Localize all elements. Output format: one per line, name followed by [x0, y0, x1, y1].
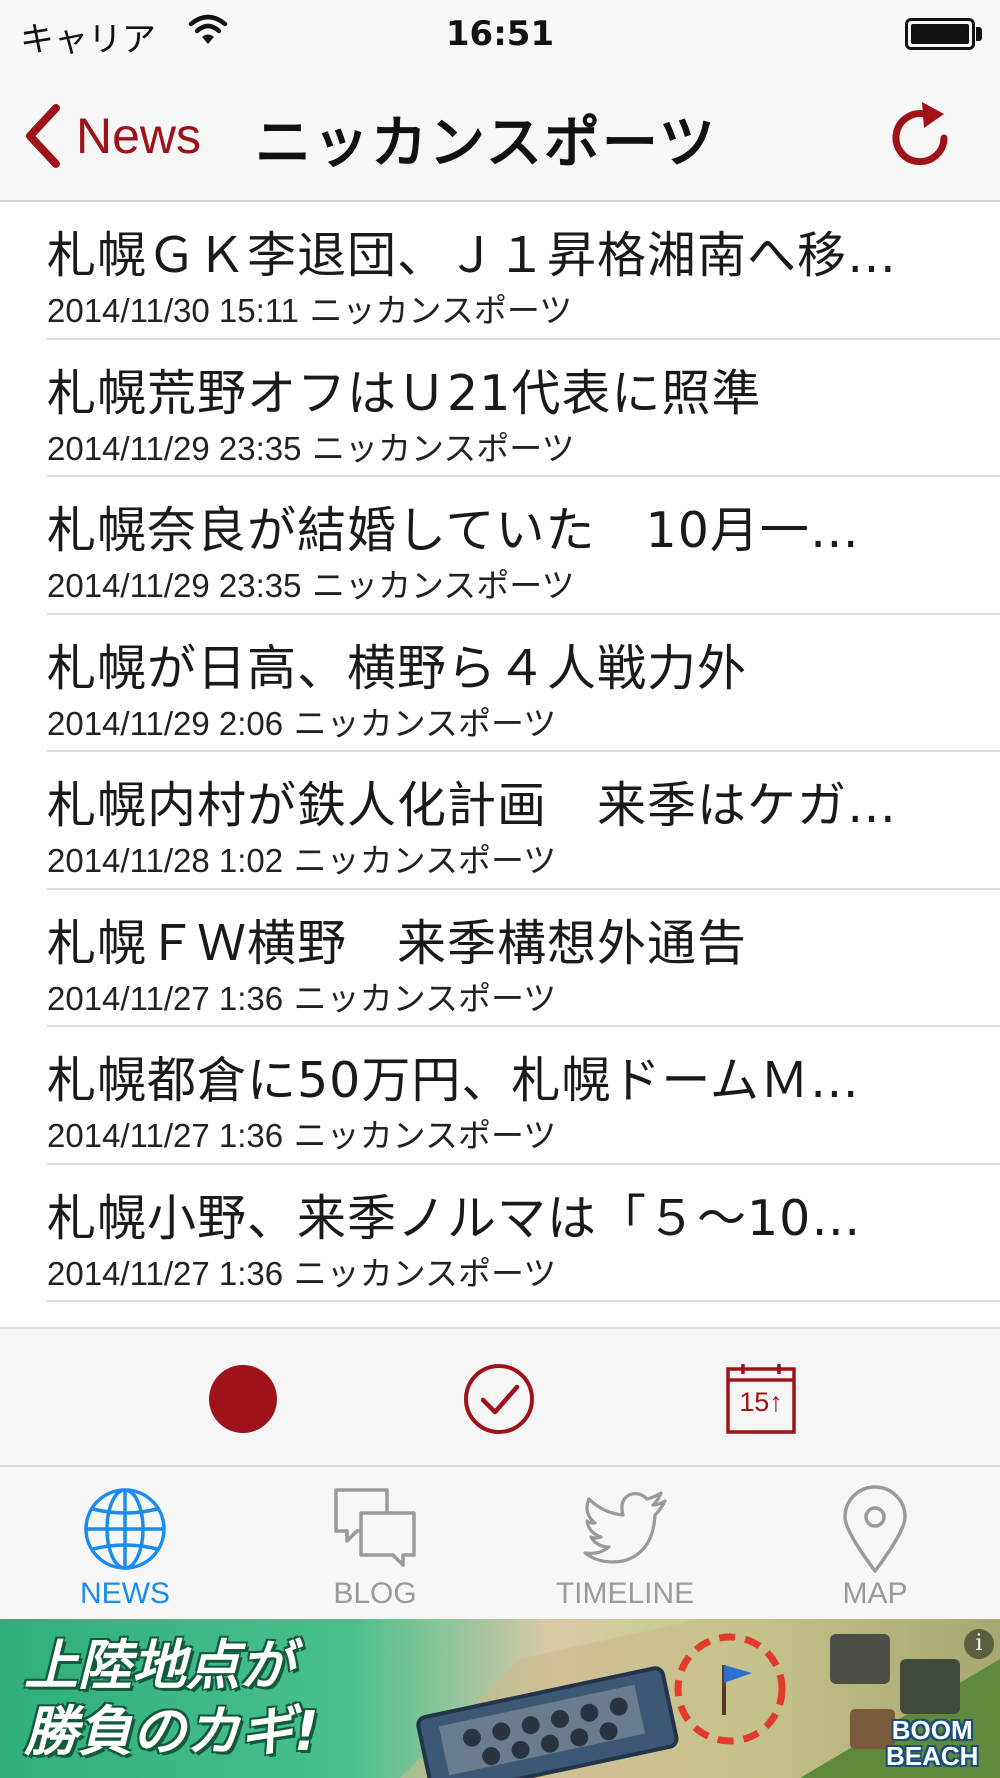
- article-title: 札幌奈良が結婚していた 10月一…: [47, 502, 860, 559]
- ad-banner[interactable]: 上陸地点が 勝負のカギ! i BOOM BEACH: [0, 1619, 1000, 1778]
- map-pin-icon: [843, 1485, 907, 1573]
- ad-logo: BOOM BEACH: [886, 1717, 978, 1769]
- article-date: 2014/11/29 23:35: [47, 567, 302, 604]
- back-button[interactable]: News: [22, 96, 201, 176]
- article-source: ニッカンスポーツ: [311, 428, 575, 468]
- calendar-sort-button[interactable]: 15↑: [725, 1363, 797, 1435]
- ad-headline: 上陸地点が 勝負のカギ!: [24, 1633, 319, 1765]
- article-title: 札幌ＧＫ李退団、Ｊ１昇格湘南へ移…: [47, 227, 898, 284]
- article-source: ニッカンスポーツ: [293, 1253, 557, 1293]
- article-meta: 2014/11/27 1:36 ニッカンスポーツ: [47, 972, 556, 1020]
- check-circle-icon[interactable]: [463, 1363, 535, 1435]
- article-title: 札幌ＦＷ横野 来季構想外通告: [47, 914, 748, 972]
- status-bar: キャリア 16:51: [0, 0, 1000, 68]
- ad-info-icon[interactable]: i: [964, 1629, 994, 1659]
- article-date: 2014/11/28 1:02: [47, 842, 284, 879]
- calendar-label: 15↑: [739, 1387, 783, 1417]
- article-row[interactable]: 札幌奈良が結婚していた 10月一… 2014/11/29 23:35 ニッカンス…: [47, 477, 1000, 615]
- article-date: 2014/11/27 1:36: [47, 1117, 284, 1154]
- unread-dot-icon[interactable]: [207, 1363, 279, 1435]
- battery-tip: [976, 27, 982, 41]
- article-row[interactable]: 札幌小野、来季ノルマは「５～10… 2014/11/27 1:36 ニッカンスポ…: [47, 1165, 1000, 1302]
- bird-icon: [583, 1491, 667, 1564]
- tab-blog[interactable]: BLOG: [250, 1467, 500, 1619]
- article-row[interactable]: 札幌ＧＫ李退団、Ｊ１昇格湘南へ移… 2014/11/30 15:11 ニッカンス…: [47, 202, 1000, 340]
- tab-blog-label: BLOG: [333, 1577, 417, 1610]
- article-source: ニッカンスポーツ: [293, 841, 557, 880]
- refresh-icon[interactable]: [888, 98, 958, 174]
- article-row[interactable]: 札幌荒野オフはＵ21代表に照準 2014/11/29 23:35 ニッカンスポー…: [47, 340, 1000, 477]
- article-source: ニッカンスポーツ: [293, 703, 557, 743]
- article-source: ニッカンスポーツ: [293, 978, 557, 1018]
- chevron-left-icon: [26, 104, 60, 168]
- tab-timeline[interactable]: TIMELINE: [500, 1467, 750, 1619]
- tab-bar: NEWS BLOG TIMELINE MAP: [0, 1467, 1000, 1619]
- article-title: 札幌が日高、横野ら４人戦力外: [47, 639, 748, 697]
- article-date: 2014/11/27 1:36: [47, 979, 284, 1017]
- ad-logo-line1: BOOM: [891, 1715, 973, 1745]
- article-meta: 2014/11/29 23:35 ニッカンスポーツ: [47, 422, 575, 470]
- globe-icon: [84, 1488, 166, 1570]
- article-source: ニッカンスポーツ: [311, 566, 575, 605]
- ad-headline-line1: 上陸地点が: [24, 1634, 294, 1697]
- article-meta: 2014/11/28 1:02 ニッカンスポーツ: [47, 834, 556, 882]
- article-row[interactable]: 札幌ＦＷ横野 来季構想外通告 2014/11/27 1:36 ニッカンスポーツ: [47, 890, 1000, 1027]
- tab-map[interactable]: MAP: [750, 1467, 1000, 1619]
- article-title: 札幌内村が鉄人化計画 来季はケガ…: [47, 777, 898, 834]
- ad-headline-line2: 勝負のカギ!: [24, 1700, 319, 1763]
- article-row[interactable]: 札幌都倉に50万円、札幌ドームＭ… 2014/11/27 1:36 ニッカンスポ…: [47, 1027, 1000, 1165]
- tab-news[interactable]: NEWS: [0, 1467, 250, 1619]
- article-meta: 2014/11/29 23:35 ニッカンスポーツ: [47, 559, 575, 607]
- article-row[interactable]: 札幌が日高、横野ら４人戦力外 2014/11/29 2:06 ニッカンスポーツ: [47, 615, 1000, 752]
- battery-icon: [905, 18, 975, 50]
- back-button-label: News: [76, 108, 202, 164]
- article-source: ニッカンスポーツ: [309, 291, 573, 330]
- article-title: 札幌小野、来季ノルマは「５～10…: [47, 1189, 862, 1247]
- article-meta: 2014/11/29 2:06 ニッカンスポーツ: [47, 697, 556, 745]
- page-title: ニッカンスポーツ: [255, 111, 717, 176]
- article-source: ニッカンスポーツ: [293, 1116, 557, 1155]
- bottom-toolbar: 15↑: [0, 1327, 1000, 1467]
- article-meta: 2014/11/27 1:36 ニッカンスポーツ: [47, 1247, 556, 1295]
- navigation-bar: News ニッカンスポーツ: [0, 68, 1000, 202]
- article-row[interactable]: 札幌内村が鉄人化計画 来季はケガ… 2014/11/28 1:02 ニッカンスポ…: [47, 752, 1000, 890]
- ad-logo-line2: BEACH: [886, 1741, 979, 1771]
- article-title: 札幌荒野オフはＵ21代表に照準: [47, 364, 762, 422]
- article-date: 2014/11/29 2:06: [47, 704, 284, 742]
- article-date: 2014/11/29 23:35: [47, 429, 302, 467]
- chat-bubbles-icon: [334, 1488, 416, 1567]
- status-time: 16:51: [445, 14, 555, 54]
- article-meta: 2014/11/30 15:11 ニッカンスポーツ: [47, 284, 572, 332]
- article-list[interactable]: 札幌ＧＫ李退団、Ｊ１昇格湘南へ移… 2014/11/30 15:11 ニッカンス…: [0, 202, 1000, 1327]
- tab-news-label: NEWS: [80, 1577, 170, 1610]
- article-title: 札幌都倉に50万円、札幌ドームＭ…: [47, 1052, 860, 1109]
- article-date: 2014/11/27 1:36: [47, 1254, 284, 1292]
- article-meta: 2014/11/27 1:36 ニッカンスポーツ: [47, 1109, 556, 1157]
- tab-map-label: MAP: [842, 1577, 908, 1610]
- tab-timeline-label: TIMELINE: [555, 1577, 695, 1610]
- article-date: 2014/11/30 15:11: [47, 292, 300, 329]
